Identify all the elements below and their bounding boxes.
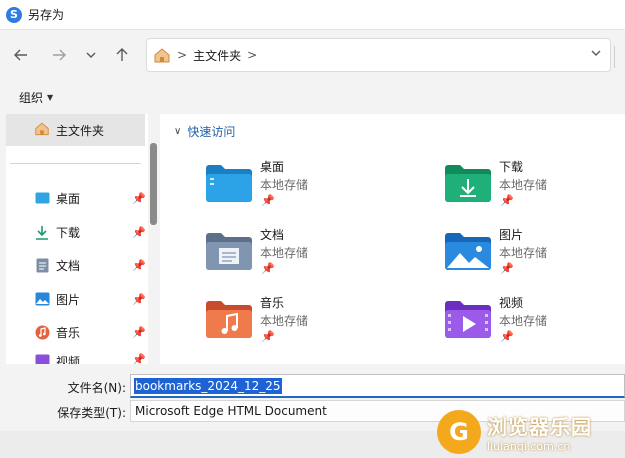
browser-app-icon: S [6,6,22,23]
music-icon [34,324,50,340]
sidebar-item-label: 音乐 [56,325,81,340]
desktop-icon [34,190,50,206]
breadcrumb-home[interactable]: 主文件夹 [193,47,241,64]
download-icon [34,224,50,240]
sidebar-item-label: 视频 [56,355,81,364]
sidebar-item-videos[interactable]: 视频 📌 [34,353,146,364]
save-as-dialog: S 另存为 > 主文件夹 > 组织 ▼ 主文件夹 桌面 📌 下载 📌 文档 📌 … [0,0,625,458]
sidebar-scrollbar[interactable] [150,143,157,225]
home-icon [34,121,50,139]
sidebar-divider [10,163,141,164]
sidebar-item-music[interactable]: 音乐 📌 [34,321,146,343]
sidebar-item-label: 桌面 [56,191,81,206]
folder-location: 本地存储 [260,314,309,328]
document-folder-icon [206,232,252,270]
sidebar-item-documents[interactable]: 文档 📌 [34,254,146,276]
watermark-en: liulanqi.com.cn [487,440,571,453]
download-folder-icon [445,164,491,202]
video-icon [34,353,50,364]
content-pane: ∨ 快速访问 桌面 本地存储 📌 下载 本地存储 📌 文档 本地存储 📌 图片 … [160,114,625,364]
pin-icon[interactable]: 📌 [132,226,146,239]
sidebar-home-label: 主文件夹 [56,123,105,138]
sidebar-item-pictures[interactable]: 图片 📌 [34,288,146,310]
filetype-value: Microsoft Edge HTML Document [135,404,327,418]
pin-icon: 📌 [261,330,275,343]
home-icon [153,46,171,64]
folder-location: 本地存储 [499,178,548,192]
folder-tile-desktop[interactable]: 桌面 本地存储 📌 [206,158,406,222]
folder-name: 下载 [499,160,524,174]
picture-icon [34,291,50,307]
pin-icon: 📌 [261,262,275,275]
desktop-folder-icon [206,164,252,202]
watermark-logo-icon: G [437,410,481,454]
picture-folder-icon [445,232,491,270]
pin-icon: 📌 [500,194,514,207]
toolbar-divider [614,46,615,68]
folder-tile-documents[interactable]: 文档 本地存储 📌 [206,226,406,290]
folder-name: 音乐 [260,296,285,310]
folder-tile-downloads[interactable]: 下载 本地存储 📌 [445,158,625,222]
pin-icon: 📌 [500,262,514,275]
pin-icon[interactable]: 📌 [132,353,146,364]
pin-icon[interactable]: 📌 [132,259,146,272]
pin-icon: 📌 [261,194,275,207]
watermark-cn: 浏览器乐园 [487,415,592,439]
sidebar-item-label: 文档 [56,258,81,273]
address-dropdown-chevron-icon[interactable] [590,47,602,63]
site-watermark: G 浏览器乐园 liulanqi.com.cn [437,406,625,458]
video-folder-icon [445,300,491,338]
folder-tile-videos[interactable]: 视频 本地存储 📌 [445,294,625,358]
pin-icon[interactable]: 📌 [132,192,146,205]
folder-location: 本地存储 [260,178,309,192]
folder-name: 桌面 [260,160,285,174]
folder-location: 本地存储 [260,246,309,260]
folder-location: 本地存储 [499,246,548,260]
folder-location: 本地存储 [499,314,548,328]
pin-icon[interactable]: 📌 [132,293,146,306]
organize-menu-button[interactable]: 组织 ▼ [19,89,53,106]
chevron-down-icon: ∨ [174,126,182,137]
filename-input[interactable]: bookmarks_2024_12_25 [130,374,625,398]
forward-arrow-icon[interactable] [47,43,71,67]
breadcrumb-separator-end[interactable]: > [247,48,257,62]
recent-chevron-down-icon[interactable] [79,43,103,67]
address-bar[interactable]: > 主文件夹 > [146,38,611,72]
window-title: 另存为 [28,8,65,22]
music-folder-icon [206,300,252,338]
up-arrow-icon[interactable] [110,43,134,67]
folder-tile-music[interactable]: 音乐 本地存储 📌 [206,294,406,358]
folder-name: 图片 [499,228,524,242]
filename-value[interactable]: bookmarks_2024_12_25 [134,377,282,394]
quick-access-title: 快速访问 [187,125,236,139]
pin-icon: 📌 [500,330,514,343]
folder-name: 视频 [499,296,524,310]
sidebar-item-label: 图片 [56,292,81,307]
filename-label: 文件名(N): [67,381,126,395]
breadcrumb-separator: > [177,48,188,62]
organize-label: 组织 [19,90,44,105]
folder-name: 文档 [260,228,285,242]
folder-tile-pictures[interactable]: 图片 本地存储 📌 [445,226,625,290]
sidebar-item-desktop[interactable]: 桌面 📌 [34,187,146,209]
navigation-bar: > 主文件夹 > [0,30,625,80]
filetype-label: 保存类型(T): [57,406,126,420]
title-bar: S 另存为 [0,0,625,30]
navigation-pane: 主文件夹 桌面 📌 下载 📌 文档 📌 图片 📌 音乐 📌 视频 📌 [6,114,148,364]
sidebar-item-downloads[interactable]: 下载 📌 [34,221,146,243]
watermark-text: 浏览器乐园 liulanqi.com.cn [487,411,592,453]
caret-down-icon: ▼ [47,92,54,102]
back-arrow-icon[interactable] [9,43,33,67]
sidebar-item-home[interactable]: 主文件夹 [6,114,145,146]
document-icon [34,257,50,273]
sidebar-item-label: 下载 [56,225,81,240]
pin-icon[interactable]: 📌 [132,326,146,339]
quick-access-header[interactable]: ∨ 快速访问 [174,123,235,140]
command-bar: 组织 ▼ [0,80,625,114]
